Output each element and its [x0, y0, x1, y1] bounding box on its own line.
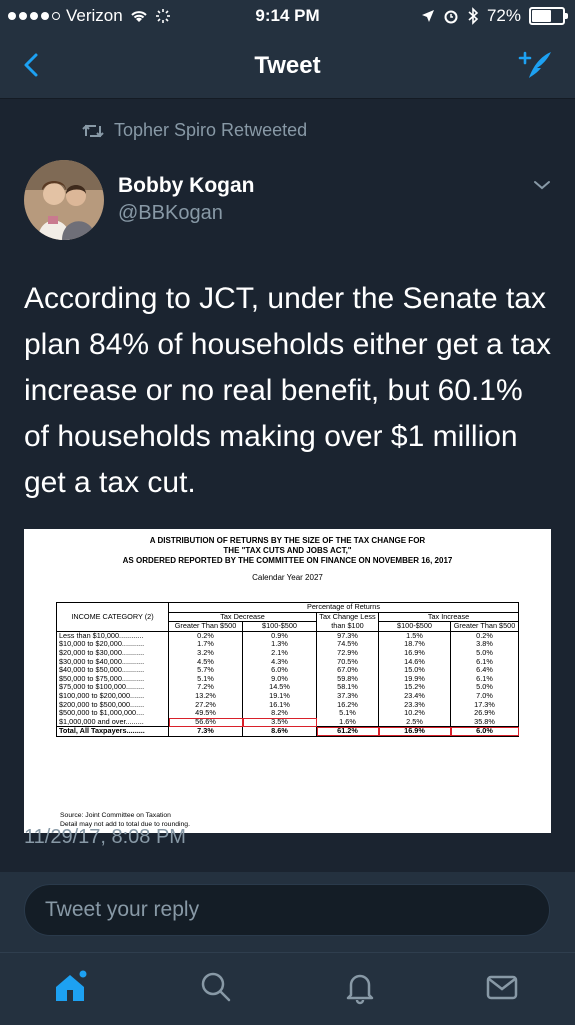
table-total-row: Total, All Taxpayers......... 7.3% 8.6% 61.…: [56, 726, 519, 737]
compose-tweet-icon[interactable]: [517, 48, 553, 84]
home-icon[interactable]: [52, 969, 88, 1005]
table-title: A DISTRIBUTION OF RETURNS BY THE SIZE OF…: [24, 529, 551, 566]
author-handle[interactable]: @BBKogan: [118, 202, 223, 225]
distribution-table: INCOME CATEGORY (2) Percentage of Return…: [56, 602, 519, 737]
total-cell-value: 8.6%: [242, 726, 317, 737]
tweet-timestamp: 11/29/17, 8:08 PM: [24, 826, 186, 848]
status-bar: Verizon 9:14 PM 72%: [0, 0, 575, 34]
page-title: Tweet: [254, 52, 321, 79]
bluetooth-icon: [468, 7, 479, 25]
messages-envelope-icon[interactable]: [484, 969, 520, 1005]
battery-percent: 72%: [486, 6, 521, 25]
source-line: Source: Joint Committee on Taxation: [60, 812, 171, 819]
tab-bar: [0, 952, 575, 1025]
reply-input[interactable]: Tweet your reply: [24, 884, 550, 936]
battery-icon: [529, 7, 568, 25]
header-dec-gt: Greater Than $500: [168, 621, 243, 632]
table-title-line: AS ORDERED REPORTED BY THE COMMITTEE ON …: [122, 556, 453, 565]
table-title-line: A DISTRIBUTION OF RETURNS BY THE SIZE OF…: [149, 536, 426, 545]
total-cell-value: 16.9%: [378, 726, 451, 737]
header-tax-change: Tax Change Less than $100: [316, 611, 379, 632]
retweet-icon: [82, 124, 104, 137]
reply-bar: Tweet your reply: [0, 872, 575, 952]
tweet-text: According to JCT, under the Senate tax p…: [24, 282, 552, 499]
avatar[interactable]: [24, 160, 104, 240]
alarm-clock-icon: [444, 10, 458, 24]
table-title-line: THE "TAX CUTS AND JOBS ACT,": [223, 546, 352, 555]
status-right: 72%: [421, 6, 568, 26]
nav-bar: Tweet: [0, 34, 575, 99]
retweeted-by[interactable]: Topher Spiro Retweeted: [82, 120, 307, 141]
header-pct-returns: Percentage of Returns: [168, 602, 519, 613]
header-income-category: INCOME CATEGORY (2): [56, 602, 169, 632]
header-inc-gt: Greater Than $500: [450, 621, 519, 632]
total-cell-value: 6.0%: [450, 726, 519, 737]
tweet-media-table[interactable]: A DISTRIBUTION OF RETURNS BY THE SIZE OF…: [24, 529, 551, 833]
location-arrow-icon: [421, 10, 434, 22]
notifications-bell-icon[interactable]: [342, 969, 378, 1005]
search-icon[interactable]: [198, 969, 234, 1005]
retweeted-by-label: Topher Spiro Retweeted: [114, 120, 308, 140]
total-cell-value: 7.3%: [168, 726, 243, 737]
author-name[interactable]: Bobby Kogan: [118, 174, 255, 198]
header-dec-range: $100-$500: [242, 621, 317, 632]
chevron-down-icon[interactable]: [532, 178, 552, 192]
calendar-year: Calendar Year 2027: [252, 573, 323, 582]
header-inc-range: $100-$500: [378, 621, 451, 632]
total-category: Total, All Taxpayers.........: [56, 726, 169, 737]
total-cell-value: 61.2%: [316, 726, 379, 737]
